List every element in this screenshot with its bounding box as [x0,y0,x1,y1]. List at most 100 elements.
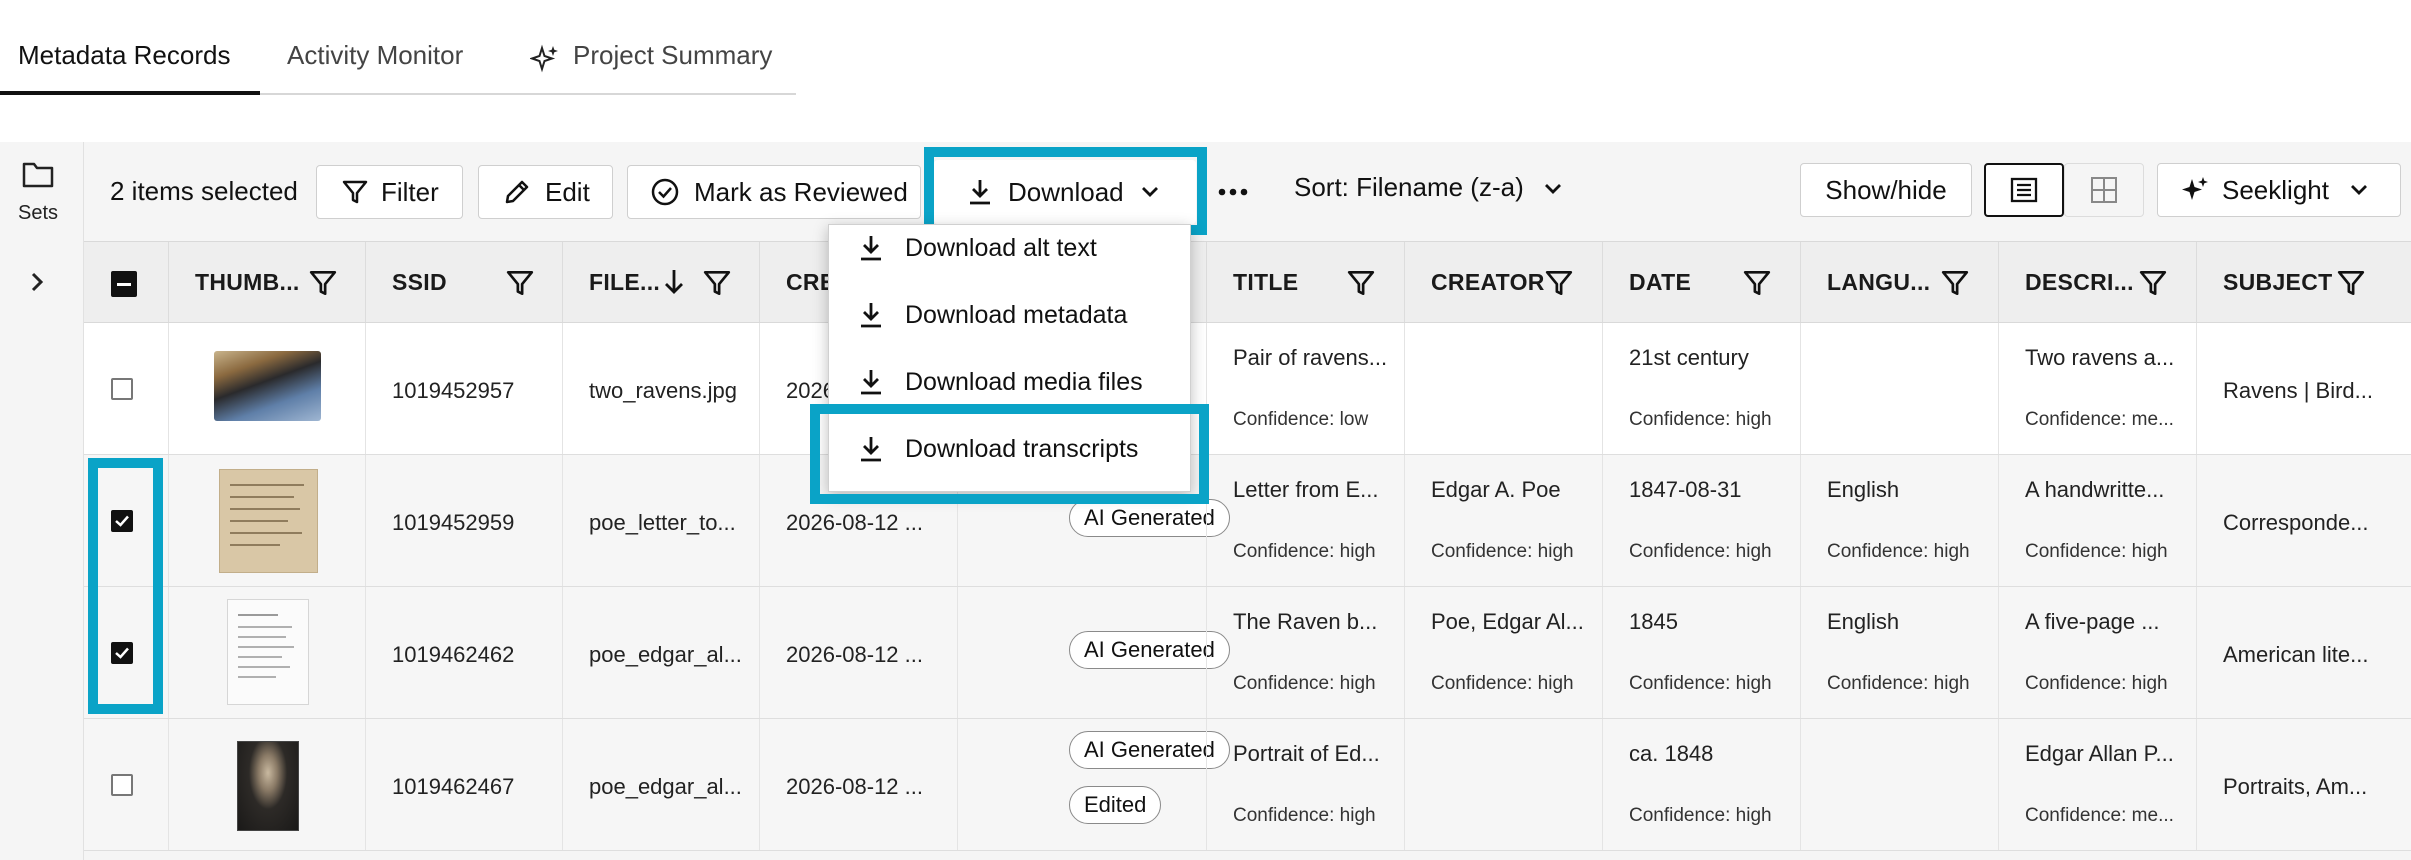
sort-arrow-down-icon[interactable] [663,266,685,298]
confidence-label: Confidence: high [1233,805,1376,826]
confidence-label: Confidence: high [1431,541,1574,562]
table-row[interactable]: 1019452959 poe_letter_to... 2026-08-12 .… [84,455,2411,587]
table-row[interactable]: 1019462467 poe_edgar_al... 2026-08-12 ..… [84,719,2411,851]
filter-icon[interactable] [2336,268,2366,298]
subject-value: Ravens | Bird... [2223,378,2373,403]
folder-icon[interactable] [22,160,54,193]
filename-value: poe_edgar_al... [589,642,742,667]
filter-icon[interactable] [1940,268,1970,298]
filter-icon[interactable] [505,268,535,298]
header-creator[interactable]: CREATOR [1404,242,1602,322]
table-row[interactable]: 1019462462 poe_edgar_al... 2026-08-12 ..… [84,587,2411,719]
filter-icon[interactable] [1544,268,1574,298]
grid-view-icon [2091,177,2117,203]
selected-checkboxes-highlight [88,458,163,714]
subject-value: American lite... [2223,642,2369,667]
check-circle-icon [651,178,679,206]
description-value: Two ravens a... [2025,345,2175,370]
filter-icon[interactable] [702,268,732,298]
thumbnail-image[interactable] [227,599,309,705]
filter-icon[interactable] [1742,268,1772,298]
thumbnail-image[interactable] [237,741,299,831]
menu-item-label: Download alt text [905,233,1097,262]
edit-label: Edit [545,176,590,207]
header-label: LANGU... [1827,269,1931,295]
filename-value: poe_letter_to... [589,510,736,535]
date-value: ca. 1848 [1629,741,1714,766]
confidence-label: Confidence: high [1827,541,1970,562]
download-icon [861,370,881,395]
chevron-down-icon [2350,185,2367,195]
header-ssid[interactable]: SSID [365,242,562,322]
thumbnail-image[interactable] [214,351,321,421]
filter-icon[interactable] [1346,268,1376,298]
sort-dropdown[interactable]: Sort: Filename (z-a) [1294,172,1563,203]
header-description[interactable]: DESCRI... [1998,242,2196,322]
tab-activity-monitor[interactable]: Activity Monitor [287,40,463,71]
mark-as-reviewed-label: Mark as Reviewed [694,176,908,207]
row-checkbox[interactable] [111,774,133,796]
edit-button[interactable]: Edit [478,165,613,219]
table-row[interactable]: 1019452957 two_ravens.jpg 2026 Pair of r… [84,323,2411,455]
mark-as-reviewed-button[interactable]: Mark as Reviewed [627,165,921,219]
status-cell: AI Generated Edited [957,719,1230,850]
header-label: THUMB... [195,269,300,295]
sparkle-icon [528,44,560,79]
header-subject[interactable]: SUBJECT [2196,242,2396,322]
thumbnail-image[interactable] [219,469,318,573]
filter-icon[interactable] [308,268,338,298]
header-label: SUBJECT [2223,269,2333,295]
filter-icon [342,180,368,204]
more-options-icon[interactable] [1216,178,1250,211]
header-title[interactable]: TITLE [1206,242,1404,322]
subject-value: Portraits, Am... [2223,774,2368,799]
header-date[interactable]: DATE [1602,242,1800,322]
subject-value: Corresponde... [2223,510,2369,535]
confidence-label: Confidence: high [1629,541,1772,562]
select-all-checkbox[interactable] [111,271,137,297]
title-value: Pair of ravens... [1233,345,1388,370]
filter-icon[interactable] [2138,268,2168,298]
table-header: THUMB... SSID FILE... CRE TITLE CREATOR … [84,241,2411,323]
menu-item-label: Download media files [905,367,1143,396]
selection-count: 2 items selected [110,176,298,206]
confidence-label: Confidence: high [1629,409,1772,430]
filter-button[interactable]: Filter [316,165,463,219]
seeklight-button[interactable]: Seeklight [2157,163,2401,217]
header-language[interactable]: LANGU... [1800,242,1998,322]
header-label: CREATOR [1431,269,1545,295]
confidence-label: Confidence: high [2025,541,2168,562]
row-checkbox[interactable] [111,378,133,400]
pencil-icon [505,180,529,204]
description-value: Edgar Allan P... [2025,741,2174,766]
status-cell: AI Generated [957,587,1230,718]
show-hide-button[interactable]: Show/hide [1800,163,1972,217]
title-value: Letter from E... [1233,477,1379,502]
menu-item-download-metadata[interactable]: Download metadata [829,282,1192,348]
header-label: DESCRI... [2025,269,2134,295]
ssid-value: 1019462462 [392,642,515,667]
active-tab-indicator [0,91,260,95]
list-view-button[interactable] [1984,163,2064,217]
title-value: The Raven b... [1233,609,1378,634]
download-transcripts-highlight [810,404,1209,504]
tab-metadata-records[interactable]: Metadata Records [18,40,230,71]
language-value: English [1827,609,1900,634]
header-filename[interactable]: FILE... [562,242,759,322]
sets-label[interactable]: Sets [18,202,58,225]
confidence-label: Confidence: low [1233,409,1369,430]
confidence-label: Confidence: me... [2025,805,2174,826]
confidence-label: Confidence: high [2025,673,2168,694]
grid-view-button[interactable] [2064,163,2144,217]
description-value: A handwritte... [2025,477,2165,502]
header-thumbnail[interactable]: THUMB... [168,242,365,322]
confidence-label: Confidence: me... [2025,409,2174,430]
menu-item-download-alt-text[interactable]: Download alt text [829,215,1192,281]
menu-item-label: Download metadata [905,300,1128,329]
created-value: 2026-08-12 ... [786,774,923,799]
title-value: Portrait of Ed... [1233,741,1380,766]
date-value: 21st century [1629,345,1749,370]
tab-project-summary[interactable]: Project Summary [573,40,772,71]
creator-value: Poe, Edgar Al... [1431,609,1584,634]
chevron-right-icon[interactable] [27,270,47,299]
